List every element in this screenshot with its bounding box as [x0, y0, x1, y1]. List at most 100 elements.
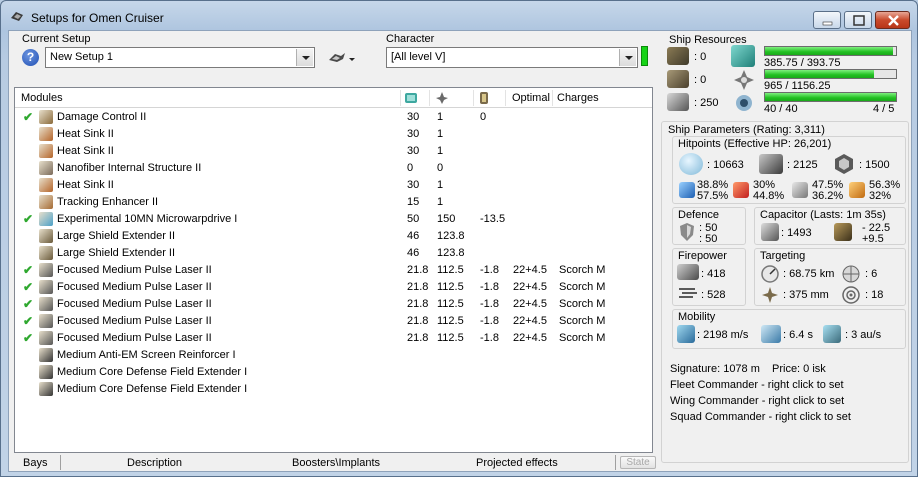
module-optimal: 22+4.5: [513, 315, 547, 327]
module-row[interactable]: ✔ Focused Medium Pulse Laser II 21.8 112.5 -…: [15, 262, 652, 279]
check-icon[interactable]: ✔: [23, 297, 33, 311]
armor-hp-value: : 2125: [787, 159, 818, 171]
firepower-panel: Firepower : 418 : 528: [672, 248, 746, 306]
check-icon[interactable]: ✔: [23, 314, 33, 328]
signature-value: Signature: 1078 m: [670, 363, 760, 375]
title-bar[interactable]: Setups for Omen Cruiser: [1, 1, 917, 31]
module-row[interactable]: Heat Sink II 30 1: [15, 126, 652, 143]
module-cap: -1.8: [480, 332, 499, 344]
module-row[interactable]: ✔ Focused Medium Pulse Laser II 21.8 112.5 -…: [15, 313, 652, 330]
warp-speed-value: : 3 au/s: [845, 329, 882, 341]
module-row[interactable]: Tracking Enhancer II 15 1: [15, 194, 652, 211]
launcher-hardpoints-value: : 0: [694, 74, 707, 86]
character-select[interactable]: [All level V]: [386, 47, 638, 68]
module-name: Heat Sink II: [57, 128, 114, 140]
module-row[interactable]: ✔ Focused Medium Pulse Laser II 21.8 112.5 -…: [15, 279, 652, 296]
modules-list[interactable]: Modules Optimal Charges ✔Damage Control: [14, 87, 653, 453]
module-pg: 1: [437, 145, 444, 157]
heat-sink-icon: [39, 127, 53, 141]
module-row[interactable]: Medium Anti-EM Screen Reinforcer I: [15, 347, 652, 364]
check-icon[interactable]: ✔: [23, 212, 33, 226]
capacitor-column-icon[interactable]: [477, 91, 491, 105]
module-row[interactable]: ✔ Focused Medium Pulse Laser II 21.8 112.5 -…: [15, 330, 652, 347]
character-select-value: [All level V]: [391, 51, 446, 63]
header-optimal[interactable]: Optimal: [512, 92, 550, 104]
module-cpu: 30: [407, 179, 420, 191]
module-row[interactable]: Large Shield Extender II 46 123.8: [15, 245, 652, 262]
setup-select[interactable]: New Setup 1: [45, 47, 315, 68]
module-optimal: 22+4.5: [513, 332, 547, 344]
module-row[interactable]: Heat Sink II 30 1: [15, 143, 652, 160]
wing-commander[interactable]: Wing Commander - right click to set: [670, 395, 844, 407]
close-button[interactable]: [875, 11, 910, 29]
check-icon[interactable]: ✔: [23, 263, 33, 277]
thermal-resist-icon: [733, 182, 749, 198]
armor-icon: [759, 154, 783, 174]
module-name: Heat Sink II: [57, 179, 114, 191]
check-icon[interactable]: ✔: [23, 331, 33, 345]
turret-hardpoints-value: : 0: [694, 51, 707, 63]
header-modules[interactable]: Modules: [21, 92, 63, 104]
module-cpu: 21.8: [407, 332, 429, 344]
tools-dropdown-icon[interactable]: [327, 50, 357, 66]
targeting-panel: Targeting : 68.75 km : 6 : 375 mm : 18: [754, 248, 906, 306]
check-icon[interactable]: ✔: [23, 110, 33, 124]
scan-resolution-icon: [762, 287, 778, 303]
module-row[interactable]: ✔ Damage Control II 30 1 0: [15, 109, 652, 126]
align-time-value: : 6.4 s: [783, 329, 813, 341]
rig-icon: [39, 365, 53, 379]
module-pg: 112.5: [437, 298, 464, 310]
shield-extender-icon: [39, 246, 53, 260]
hitpoints-panel: Hitpoints (Effective HP: 26,201) : 10663…: [672, 136, 906, 204]
capacitor-label: Capacitor (Lasts: 1m 35s): [760, 209, 886, 221]
modules-header: Modules Optimal Charges: [15, 88, 652, 108]
header-charges[interactable]: Charges: [557, 92, 599, 104]
chevron-down-icon[interactable]: [296, 49, 313, 66]
dps-icon: [677, 264, 699, 280]
module-name: Large Shield Extender II: [57, 230, 176, 242]
description-tab[interactable]: Description: [127, 457, 182, 469]
cpu-column-icon[interactable]: [404, 91, 418, 105]
max-velocity-icon: [677, 325, 695, 343]
module-row[interactable]: Nanofiber Internal Structure II 0 0: [15, 160, 652, 177]
module-row[interactable]: Medium Core Defense Field Extender I: [15, 381, 652, 398]
module-row[interactable]: Medium Core Defense Field Extender I: [15, 364, 652, 381]
cpu-bar: [764, 46, 897, 56]
targeting-label: Targeting: [760, 250, 806, 262]
module-pg: 112.5: [437, 264, 464, 276]
module-row[interactable]: ✔ Focused Medium Pulse Laser II 21.8 112.5 -…: [15, 296, 652, 313]
sensor-strength-icon: [842, 286, 860, 304]
mobility-label: Mobility: [678, 311, 716, 323]
chevron-down-icon[interactable]: [619, 49, 636, 66]
module-cpu: 15: [407, 196, 420, 208]
squad-commander[interactable]: Squad Commander - right click to set: [670, 411, 851, 423]
module-cap: -1.8: [480, 315, 499, 327]
check-icon[interactable]: ✔: [23, 280, 33, 294]
current-setup-label: Current Setup: [22, 33, 91, 45]
drone-bay-icon: [667, 93, 689, 111]
module-charges: Scorch M: [559, 264, 606, 276]
module-row[interactable]: Large Shield Extender II 46 123.8: [15, 228, 652, 245]
powergrid-column-icon[interactable]: [435, 91, 449, 105]
module-row[interactable]: ✔ Experimental 10MN Microwarpdrive I 50 150…: [15, 211, 652, 228]
defence-value-b: : 50: [699, 233, 718, 245]
minimize-button[interactable]: [813, 11, 841, 29]
state-button[interactable]: State: [620, 456, 656, 469]
fleet-commander[interactable]: Fleet Commander - right click to set: [670, 379, 844, 391]
firepower-label: Firepower: [678, 250, 727, 262]
module-optimal: 22+4.5: [513, 298, 547, 310]
help-icon[interactable]: ?: [22, 49, 39, 66]
projected-effects-tab[interactable]: Projected effects: [476, 457, 558, 469]
module-name: Focused Medium Pulse Laser II: [57, 332, 212, 344]
boosters-implants-tab[interactable]: Boosters\Implants: [292, 457, 380, 469]
module-cpu: 30: [407, 111, 420, 123]
maximize-button[interactable]: [844, 11, 872, 29]
character-status-indicator: [641, 46, 648, 66]
module-cpu: 30: [407, 128, 420, 140]
bays-tab[interactable]: Bays: [23, 457, 47, 469]
capacitor-recharge: +9.5: [862, 233, 884, 245]
module-row[interactable]: Heat Sink II 30 1: [15, 177, 652, 194]
calibration-value: 40 / 40: [764, 103, 798, 115]
module-cpu: 46: [407, 230, 420, 242]
module-cap: -13.5: [480, 213, 506, 225]
